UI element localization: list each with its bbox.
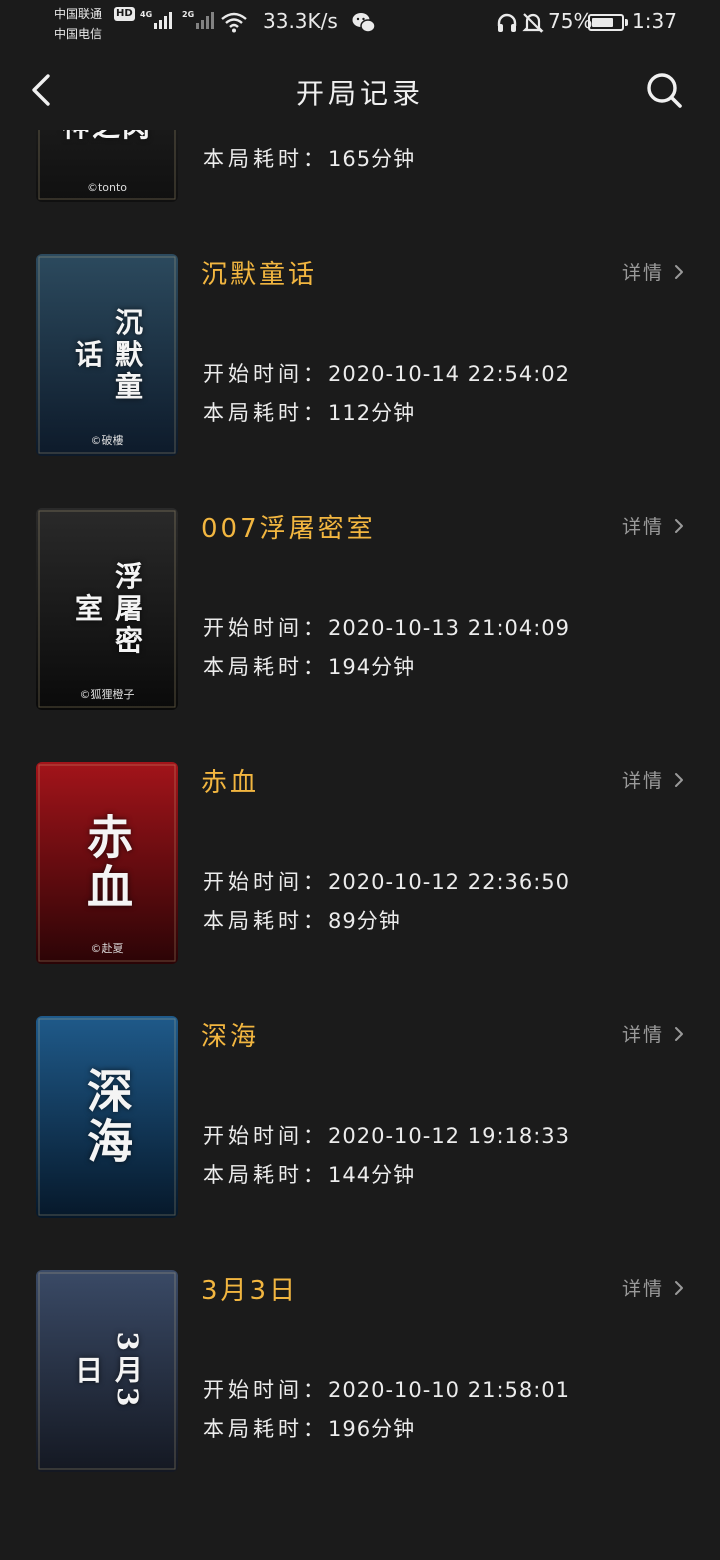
- record-item[interactable]: 沉默童话 ©破樓 沉默童话 详情 开始时间：2020-10-14 22:54:0…: [0, 154, 720, 456]
- carrier-2: 中国电信: [54, 27, 103, 41]
- start-time-label: 开始时间：: [203, 362, 328, 386]
- signal-4g-icon: 4G: [140, 10, 172, 29]
- page-title: 开局记录: [295, 77, 424, 110]
- start-time-row: 开始时间：2020-10-12 19:18:33: [203, 1120, 570, 1150]
- cover-title-text: 沉默童话: [71, 307, 144, 403]
- record-title: 007浮屠密室: [201, 514, 376, 544]
- duration-row: 本局耗时：196分钟: [203, 1413, 415, 1443]
- details-link[interactable]: 详情: [622, 512, 684, 539]
- start-time-value: 2020-10-13 21:04:09: [328, 616, 571, 640]
- details-label: 详情: [622, 1024, 665, 1046]
- start-time-label: 开始时间：: [203, 870, 328, 894]
- chevron-right-icon: [675, 1026, 684, 1041]
- record-title: 沉默童话: [201, 260, 318, 290]
- record-item[interactable]: 3月3日 3月3日 详情 开始时间：2020-10-10 21:58:01 本局…: [0, 1170, 720, 1472]
- mute-bell-icon: [522, 13, 544, 33]
- headset-icon: [497, 13, 517, 32]
- start-time-value: 2020-10-12 19:18:33: [328, 1124, 571, 1148]
- carrier-labels: 中国联通 中国电信: [54, 4, 102, 44]
- signal-4g-label: 4G: [140, 10, 153, 19]
- carrier-1: 中国联通: [54, 7, 103, 21]
- start-time-value: 2020-10-10 21:58:01: [328, 1378, 571, 1402]
- clock: 1:37: [632, 9, 677, 33]
- start-time-label: 开始时间：: [203, 1124, 328, 1148]
- record-item[interactable]: 浮屠密室 ©狐狸橙子 007浮屠密室 详情 开始时间：2020-10-13 21…: [0, 408, 720, 710]
- record-title: 3月3日: [201, 1276, 299, 1306]
- record-list[interactable]: 神之肉 ©tonto 神之肉 详情 开始时间：2020-10-15 21:39:…: [0, 130, 720, 1560]
- battery-icon: [588, 14, 628, 31]
- start-time-row: 开始时间：2020-10-14 22:54:02: [203, 358, 570, 388]
- record-title: 赤血: [201, 768, 260, 798]
- start-time-row: 开始时间：2020-10-15 21:39:41: [203, 130, 570, 134]
- chevron-right-icon: [675, 772, 684, 787]
- record-item[interactable]: 深海 深海 详情 开始时间：2020-10-12 19:18:33 本局耗时：1…: [0, 916, 720, 1218]
- duration-label: 本局耗时：: [203, 1417, 328, 1441]
- details-label: 详情: [622, 516, 665, 538]
- record-list-scroll: 神之肉 ©tonto 神之肉 详情 开始时间：2020-10-15 21:39:…: [0, 130, 720, 1472]
- app-header: 开局记录: [0, 50, 720, 130]
- cover-title-text: 神之肉: [36, 130, 178, 145]
- start-time-label: 开始时间：: [203, 1378, 328, 1402]
- details-label: 详情: [622, 262, 665, 284]
- signal-2g-label: 2G: [182, 10, 195, 19]
- chevron-right-icon: [675, 264, 684, 279]
- duration-value: 196分钟: [328, 1417, 416, 1441]
- record-title: 深海: [201, 1022, 260, 1052]
- cover-title-text: 赤血: [80, 813, 134, 913]
- start-time-value: 2020-10-14 22:54:02: [328, 362, 571, 386]
- details-link[interactable]: 详情: [622, 1274, 684, 1301]
- details-link[interactable]: 详情: [622, 258, 684, 285]
- hd-badge: HD: [114, 7, 135, 21]
- details-label: 详情: [622, 770, 665, 792]
- wechat-icon: [352, 13, 376, 33]
- start-time-value: 2020-10-12 22:36:50: [328, 870, 571, 894]
- screen: 中国联通 中国电信 HD 4G 2G 33.3K/s 75% 1:37 开局记录…: [0, 0, 720, 1560]
- status-bar: 中国联通 中国电信 HD 4G 2G 33.3K/s 75% 1:37: [0, 0, 720, 50]
- wifi-icon: [221, 12, 247, 33]
- start-time-row: 开始时间：2020-10-13 21:04:09: [203, 612, 570, 642]
- details-link[interactable]: 详情: [622, 766, 684, 793]
- chevron-right-icon: [675, 1280, 684, 1295]
- battery-percentage: 75%: [548, 9, 593, 33]
- start-time-row: 开始时间：2020-10-12 22:36:50: [203, 866, 570, 896]
- search-icon[interactable]: [644, 70, 684, 110]
- battery-fill: [592, 18, 613, 27]
- cover-title-text: 浮屠密室: [71, 561, 144, 657]
- start-time-value: 2020-10-15 21:39:41: [328, 130, 570, 132]
- details-label: 详情: [622, 1278, 665, 1300]
- start-time-label: 开始时间：: [203, 616, 328, 640]
- start-time-row: 开始时间：2020-10-10 21:58:01: [203, 1374, 570, 1404]
- cover-title-text: 3月3日: [71, 1331, 144, 1411]
- record-item[interactable]: 神之肉 ©tonto 神之肉 详情 开始时间：2020-10-15 21:39:…: [0, 130, 720, 202]
- network-speed: 33.3K/s: [263, 9, 338, 33]
- record-cover-image[interactable]: 3月3日: [36, 1270, 178, 1472]
- signal-2g-icon: 2G: [182, 10, 214, 29]
- chevron-right-icon: [675, 518, 684, 533]
- start-time-label: 开始时间：: [203, 130, 328, 132]
- cover-title-text: 深海: [80, 1067, 134, 1167]
- details-link[interactable]: 详情: [622, 1020, 684, 1047]
- record-item[interactable]: 赤血 ©赴夏 赤血 详情 开始时间：2020-10-12 22:36:50 本局…: [0, 662, 720, 964]
